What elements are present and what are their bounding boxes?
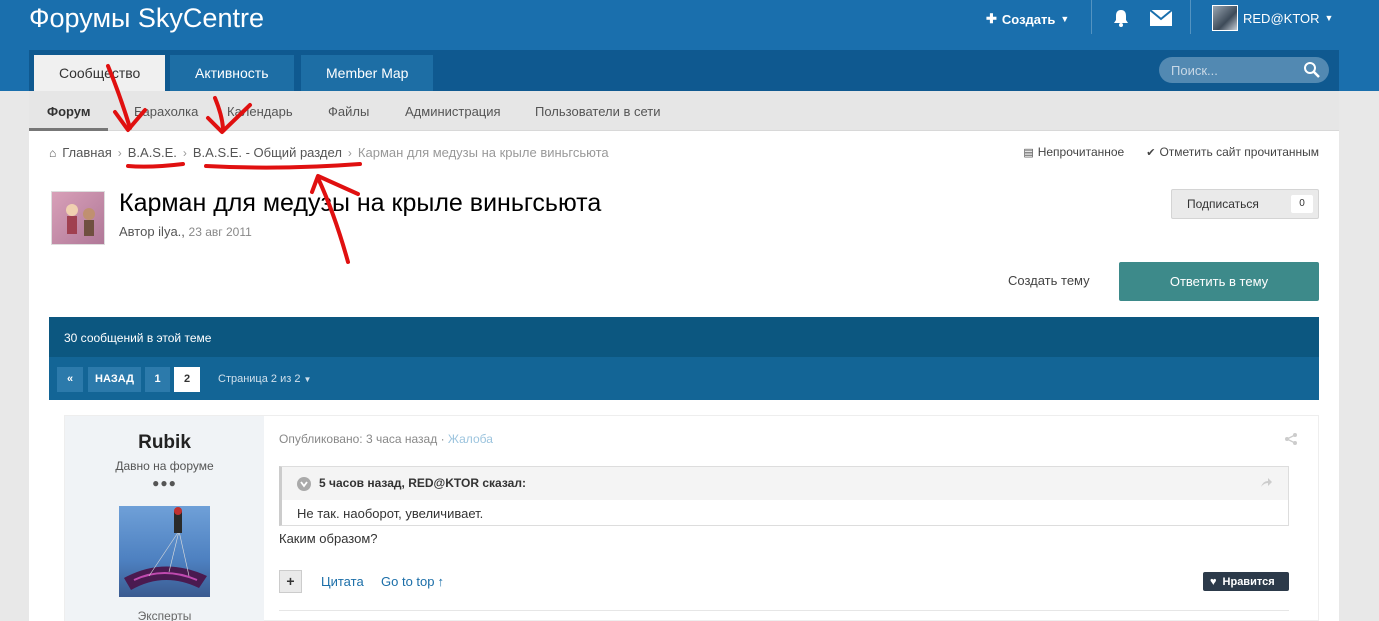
collapse-toggle-icon[interactable] bbox=[297, 477, 311, 491]
breadcrumb: ⌂ Главная › B.A.S.E. › B.A.S.E. - Общий … bbox=[49, 145, 609, 160]
breadcrumb-base-general[interactable]: B.A.S.E. - Общий раздел bbox=[193, 145, 342, 160]
quote-header: 5 часов назад, RED@KTOR сказал: bbox=[282, 467, 1288, 500]
first-page-button[interactable]: « bbox=[57, 367, 83, 392]
arrow-up-icon: ↑ bbox=[437, 574, 444, 589]
header-divider bbox=[1091, 0, 1092, 34]
header-divider bbox=[1190, 0, 1191, 34]
subnav-online-users[interactable]: Пользователи в сети bbox=[517, 91, 679, 131]
post-meta: Опубликовано: 3 часа назад · Жалоба bbox=[279, 432, 493, 446]
post-text: Каким образом? bbox=[279, 531, 378, 546]
page-of-label: Страница 2 из 2 bbox=[218, 373, 301, 385]
main-nav: Сообщество Активность Member Map bbox=[29, 50, 1339, 91]
unread-link[interactable]: ▤ Непрочитанное bbox=[1023, 145, 1124, 159]
breadcrumb-current: Карман для медузы на крыле виньгсьюта bbox=[357, 145, 609, 160]
search-icon[interactable] bbox=[1303, 61, 1321, 79]
newspaper-icon: ▤ bbox=[1023, 146, 1034, 159]
breadcrumb-home[interactable]: Главная bbox=[62, 145, 111, 160]
main-content: ⌂ Главная › B.A.S.E. › B.A.S.E. - Общий … bbox=[29, 131, 1339, 621]
breadcrumb-actions: ▤ Непрочитанное ✔ Отметить сайт прочитан… bbox=[1023, 145, 1319, 159]
reply-button[interactable]: Ответить в тему bbox=[1119, 262, 1319, 301]
post-author-avatar[interactable] bbox=[119, 506, 210, 597]
page-title: Карман для медузы на крыле виньгсьюта bbox=[119, 189, 602, 217]
avatar-image bbox=[124, 507, 207, 590]
topic-date: 23 авг 2011 bbox=[188, 225, 252, 239]
page-2-button[interactable]: 2 bbox=[174, 367, 200, 392]
like-label: Нравится bbox=[1222, 575, 1275, 588]
quote-button[interactable]: Цитата bbox=[321, 574, 364, 589]
topic-author[interactable]: Автор ilya., bbox=[119, 224, 185, 239]
double-chevron-left-icon: « bbox=[66, 373, 74, 385]
tab-activity[interactable]: Активность bbox=[170, 55, 294, 91]
home-icon: ⌂ bbox=[49, 145, 57, 160]
report-link[interactable]: Жалоба bbox=[448, 432, 493, 446]
page-jump-menu[interactable]: Страница 2 из 2 ▼ bbox=[218, 367, 311, 392]
rank-pips: ●●● bbox=[152, 476, 177, 490]
subscribe-count-badge: 0 bbox=[1291, 195, 1313, 213]
mark-read-label: Отметить сайт прочитанным bbox=[1159, 145, 1319, 159]
back-button[interactable]: НАЗАД bbox=[88, 367, 141, 392]
sub-nav: Форум Барахолка Календарь Файлы Админист… bbox=[29, 91, 1339, 131]
share-icon[interactable] bbox=[1284, 432, 1298, 446]
mark-read-link[interactable]: ✔ Отметить сайт прочитанным bbox=[1146, 145, 1319, 159]
tab-member-map[interactable]: Member Map bbox=[301, 55, 434, 91]
posts-count-bar: 30 сообщений в этой теме bbox=[49, 317, 1319, 357]
unread-label: Непрочитанное bbox=[1037, 145, 1125, 159]
search-input[interactable] bbox=[1171, 62, 1291, 78]
chevron-right-icon: › bbox=[347, 145, 352, 160]
caret-down-icon: ▼ bbox=[1324, 13, 1334, 23]
subnav-admin[interactable]: Администрация bbox=[387, 91, 519, 131]
go-to-top-link[interactable]: Go to top ↑ bbox=[381, 574, 444, 589]
subnav-calendar[interactable]: Календарь bbox=[209, 91, 311, 131]
subscribe-label: Подписаться bbox=[1187, 197, 1259, 211]
multiquote-button[interactable]: + bbox=[279, 570, 302, 593]
topic-author-avatar[interactable] bbox=[51, 191, 105, 245]
create-topic-button[interactable]: Создать тему bbox=[1008, 273, 1090, 288]
post-author-panel: Rubik Давно на форуме ●●● Эксперты bbox=[65, 416, 264, 621]
quote-text: Не так. наоборот, увеличивает. bbox=[297, 506, 484, 521]
bell-icon[interactable] bbox=[1111, 8, 1131, 28]
subnav-forum[interactable]: Форум bbox=[29, 91, 109, 131]
page-1-button[interactable]: 1 bbox=[145, 367, 170, 392]
breadcrumb-base[interactable]: B.A.S.E. bbox=[128, 145, 177, 160]
caret-down-icon: ▼ bbox=[1060, 14, 1070, 24]
go-to-top-label: Go to top bbox=[381, 574, 435, 589]
post: Rubik Давно на форуме ●●● Эксперты Опубл… bbox=[64, 415, 1319, 621]
heart-icon: ♥ bbox=[1210, 575, 1217, 588]
post-author-rank: Давно на форуме bbox=[115, 459, 214, 473]
username: RED@KTOR bbox=[1243, 10, 1320, 26]
check-icon: ✔ bbox=[1146, 146, 1156, 159]
subscribe-button[interactable]: Подписаться 0 bbox=[1171, 189, 1319, 219]
like-button[interactable]: ♥ Нравится bbox=[1203, 572, 1289, 591]
plus-icon: ✚ bbox=[986, 11, 997, 26]
chevron-right-icon: › bbox=[182, 145, 187, 160]
site-title[interactable]: Форумы SkyCentre bbox=[29, 3, 264, 34]
topic-meta: Автор ilya., 23 авг 2011 bbox=[119, 224, 252, 239]
chevron-right-icon: › bbox=[117, 145, 122, 160]
plus-icon: + bbox=[286, 573, 295, 589]
divider bbox=[279, 610, 1289, 611]
mail-icon[interactable] bbox=[1150, 10, 1172, 26]
subnav-market[interactable]: Барахолка bbox=[116, 91, 216, 131]
post-published[interactable]: Опубликовано: 3 часа назад bbox=[279, 432, 437, 446]
subnav-files[interactable]: Файлы bbox=[310, 91, 387, 131]
post-author-name[interactable]: Rubik bbox=[65, 432, 264, 454]
quote-block: 5 часов назад, RED@KTOR сказал: Не так. … bbox=[279, 466, 1289, 526]
post-author-group: Эксперты bbox=[137, 609, 192, 621]
create-menu-button[interactable]: ✚ Создать ▼ bbox=[986, 10, 1069, 28]
avatar bbox=[1212, 5, 1238, 31]
avatar-image bbox=[66, 204, 95, 236]
search-box bbox=[1159, 57, 1329, 83]
pagination-bar: « НАЗАД 1 2 Страница 2 из 2 ▼ bbox=[49, 357, 1319, 400]
user-menu[interactable]: RED@KTOR ▼ bbox=[1212, 5, 1333, 31]
caret-down-icon: ▼ bbox=[303, 375, 312, 384]
quote-share-icon[interactable] bbox=[1259, 476, 1273, 490]
tab-community[interactable]: Сообщество bbox=[34, 55, 166, 91]
create-label: Создать bbox=[1001, 11, 1056, 27]
